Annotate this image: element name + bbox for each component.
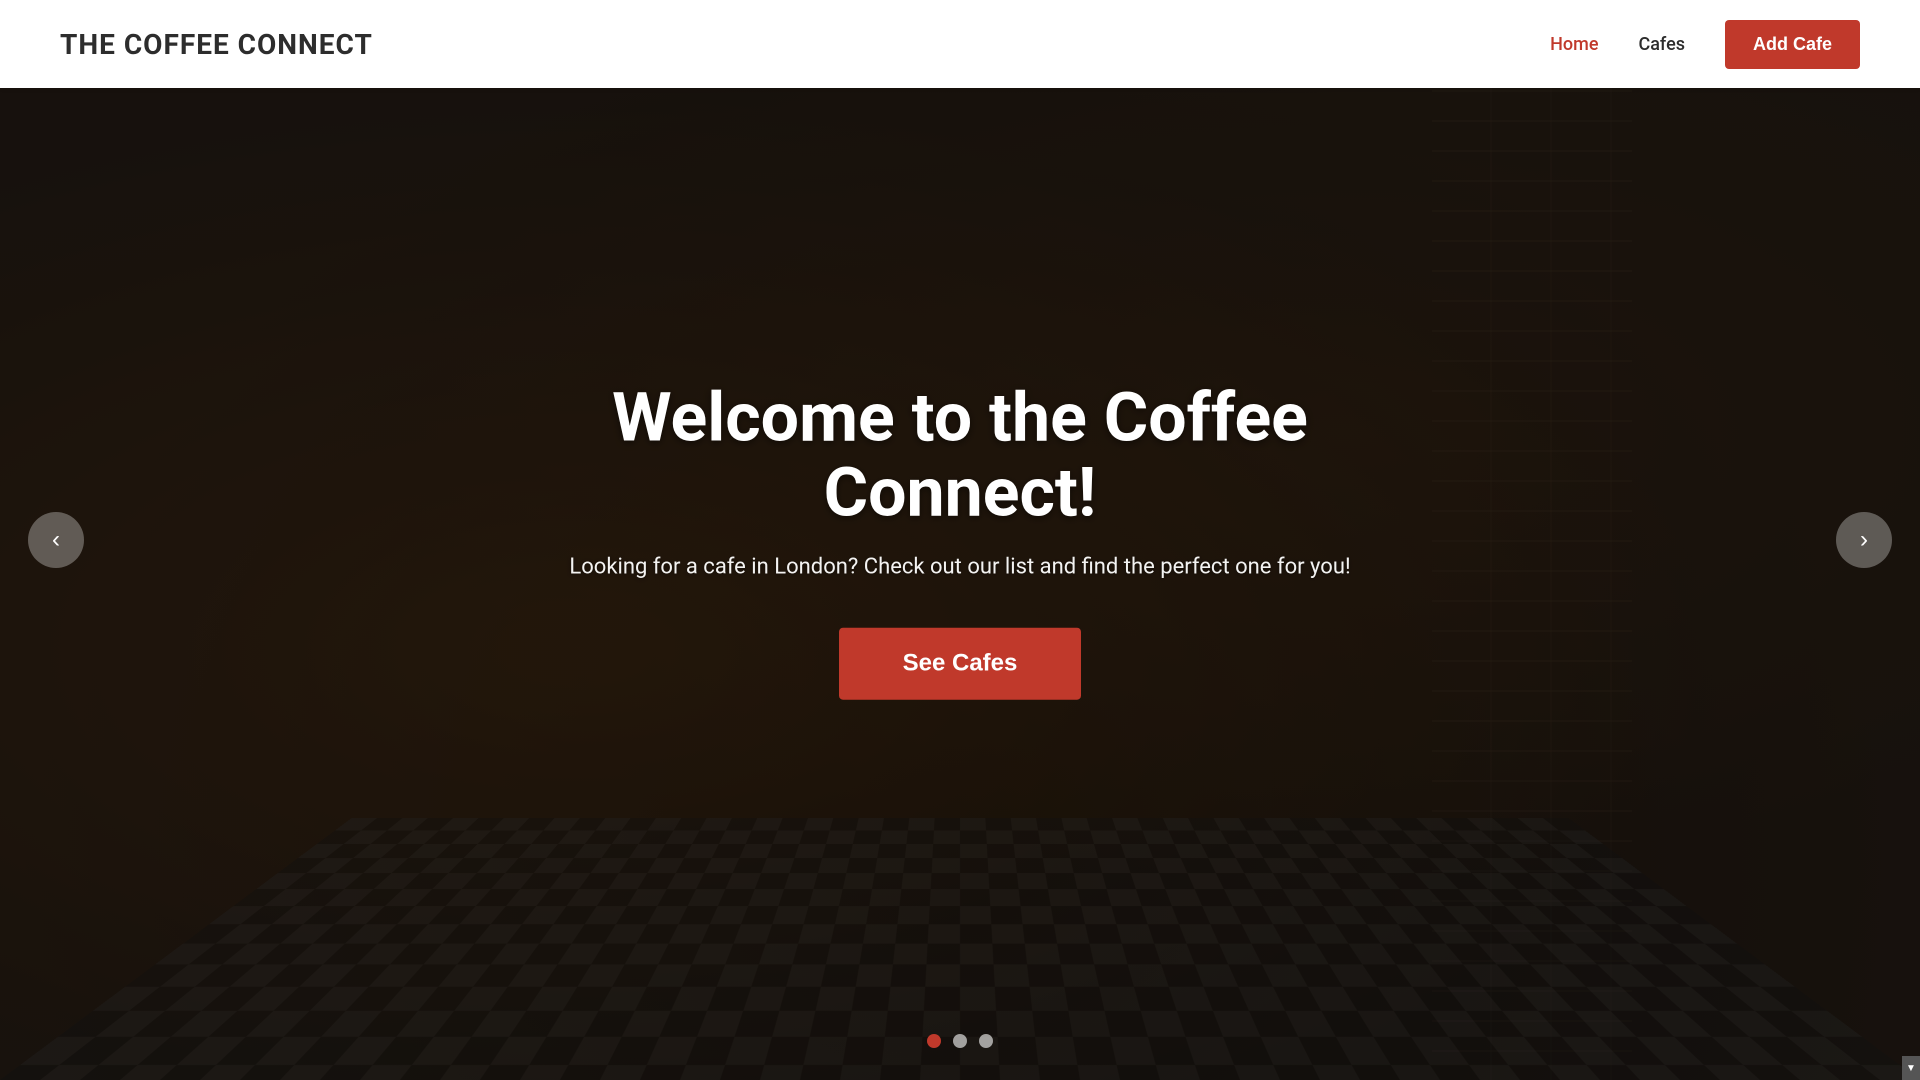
nav-links: Home Cafes Add Cafe: [1550, 20, 1860, 69]
hero-subtitle: Looking for a cafe in London? Check out …: [510, 554, 1410, 579]
hero-title: Welcome to the Coffee Connect!: [510, 381, 1410, 531]
carousel-dot-2[interactable]: [953, 1034, 967, 1048]
hero-content: Welcome to the Coffee Connect! Looking f…: [510, 381, 1410, 700]
carousel-prev-button[interactable]: ‹: [28, 512, 84, 568]
add-cafe-button[interactable]: Add Cafe: [1725, 20, 1860, 69]
nav-link-home[interactable]: Home: [1550, 34, 1598, 55]
see-cafes-button[interactable]: See Cafes: [839, 627, 1082, 699]
hero-section: ‹ Welcome to the Coffee Connect! Looking…: [0, 0, 1920, 1080]
carousel-next-button[interactable]: ›: [1836, 512, 1892, 568]
carousel-dots: [927, 1034, 993, 1048]
carousel-dot-1[interactable]: [927, 1034, 941, 1048]
brand-logo: THE COFFEE CONNECT: [60, 28, 373, 61]
scroll-indicator: ▼: [1902, 1056, 1920, 1080]
carousel-dot-3[interactable]: [979, 1034, 993, 1048]
navbar: THE COFFEE CONNECT Home Cafes Add Cafe: [0, 0, 1920, 88]
nav-link-cafes[interactable]: Cafes: [1638, 34, 1685, 55]
